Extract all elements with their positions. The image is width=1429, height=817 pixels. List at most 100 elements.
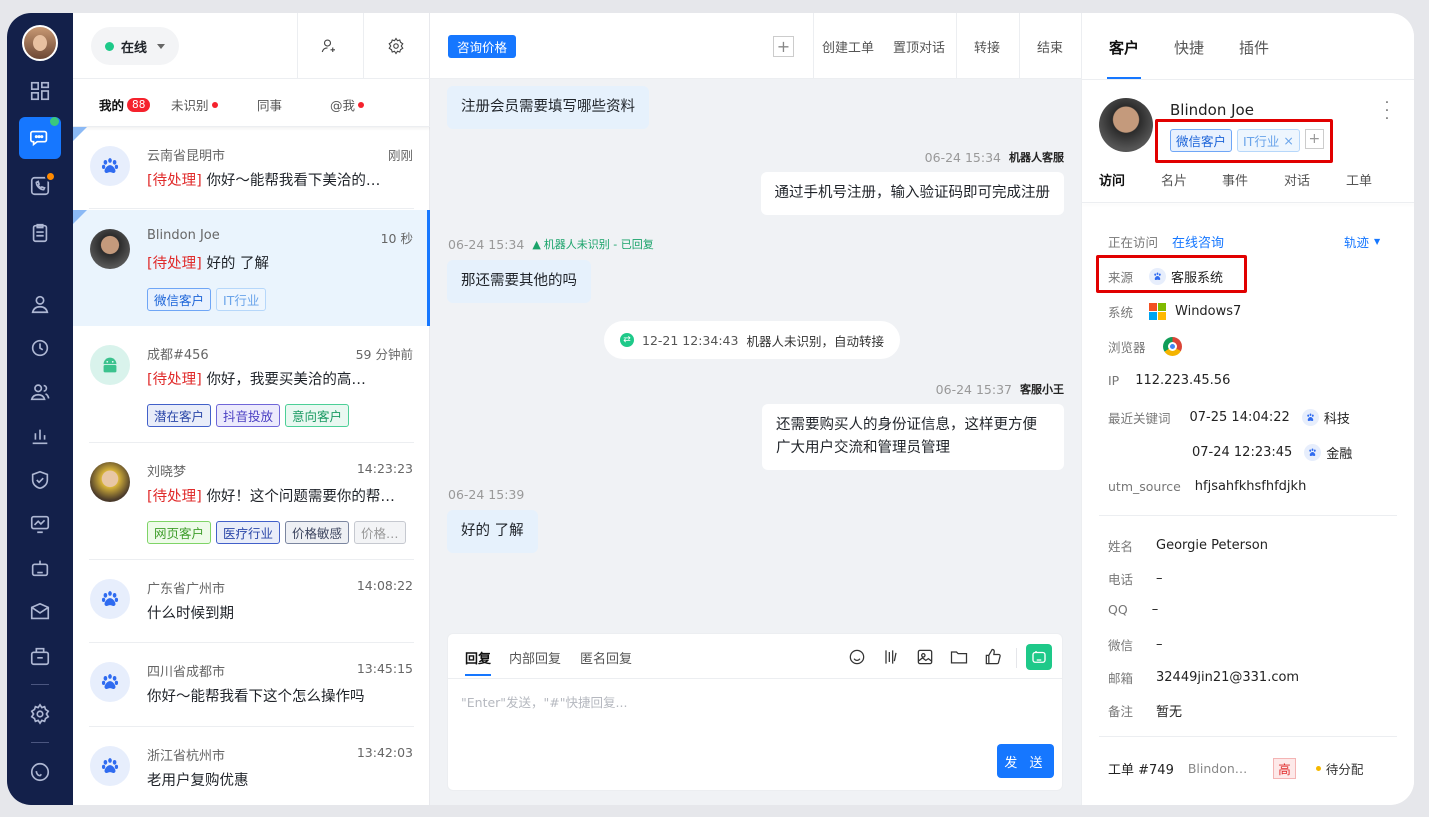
ticket-name: Blindon… bbox=[1187, 761, 1248, 776]
tab-customer[interactable]: 客户 bbox=[1106, 37, 1142, 79]
apps-icon[interactable] bbox=[27, 643, 53, 669]
conversation-item[interactable]: 广东省广州市 14:08:22 什么时候到期 bbox=[73, 560, 430, 643]
paw-icon bbox=[1304, 444, 1322, 461]
phone-icon[interactable] bbox=[27, 171, 56, 199]
tab-colleagues-label: 同事 bbox=[257, 98, 283, 113]
keyword-word: 金融 bbox=[1326, 447, 1353, 462]
profile-value: – bbox=[1156, 637, 1163, 652]
status-dot bbox=[1315, 766, 1321, 771]
add-topic-button[interactable]: + bbox=[773, 36, 794, 57]
contacts-icon[interactable] bbox=[27, 379, 53, 405]
unread-dot bbox=[211, 101, 218, 108]
conversation-item[interactable]: 四川省成都市 13:45:15 你好～能帮我看下这个怎么操作吗 bbox=[73, 643, 430, 727]
tab-mine-count: 88 bbox=[127, 97, 151, 112]
chat-icon[interactable] bbox=[19, 117, 61, 159]
folder-icon[interactable] bbox=[949, 647, 969, 667]
more-icon[interactable]: · · · bbox=[1384, 96, 1390, 126]
transfer-button[interactable]: 转接 bbox=[974, 37, 1000, 56]
pending-tag: [待处理] bbox=[147, 256, 202, 272]
conversation-time: 刚刚 bbox=[387, 148, 413, 163]
monitor-icon[interactable] bbox=[27, 511, 53, 537]
online-dot bbox=[105, 41, 114, 51]
conversation-item[interactable]: 云南省昆明市 刚刚 [待处理] 你好～能帮我看下美洽的… bbox=[73, 127, 430, 209]
gear-icon[interactable] bbox=[387, 37, 405, 55]
header-divider bbox=[813, 13, 814, 79]
settings-icon[interactable] bbox=[27, 701, 53, 727]
transfer-icon: ⇄ bbox=[620, 333, 634, 347]
conversation-time: 13:42:03 bbox=[356, 745, 413, 760]
conversation-item[interactable]: 成都#456 59 分钟前 [待处理] 你好，我要买美洽的高… 潜在客户 抖音投… bbox=[73, 326, 430, 443]
user-icon[interactable] bbox=[27, 291, 53, 317]
tab-anonymous-reply[interactable]: 匿名回复 bbox=[580, 648, 632, 667]
quick-phrase-icon[interactable] bbox=[881, 647, 901, 667]
conversation-item[interactable]: 浙江省杭州市 13:42:03 老用户复购优惠 bbox=[73, 727, 430, 805]
tab-mine[interactable]: 我的 88 bbox=[99, 95, 151, 114]
thumbs-up-icon[interactable] bbox=[983, 647, 1003, 667]
conversation-name: Blindon Joe bbox=[147, 228, 220, 243]
pending-tag: [待处理] bbox=[147, 372, 202, 388]
add-user-icon[interactable] bbox=[320, 37, 338, 55]
utm-row: utm_source hfjsahfkhsfhfdjkh bbox=[1108, 479, 1306, 494]
visiting-page-link[interactable]: 在线咨询 bbox=[1172, 232, 1224, 251]
tab-reply[interactable]: 回复 bbox=[465, 648, 492, 676]
end-button[interactable]: 结束 bbox=[1037, 37, 1063, 56]
support-icon[interactable] bbox=[27, 759, 53, 785]
tab-internal-reply[interactable]: 内部回复 bbox=[509, 648, 561, 667]
item-divider bbox=[89, 208, 414, 209]
dashboard-icon[interactable] bbox=[27, 78, 53, 104]
conversation-time: 14:08:22 bbox=[356, 578, 413, 593]
subtab-events[interactable]: 事件 bbox=[1222, 170, 1248, 189]
conversation-name: 广东省广州市 bbox=[147, 582, 226, 597]
conversation-name: 浙江省杭州市 bbox=[147, 749, 226, 764]
customer-message: 注册会员需要填写哪些资料 bbox=[447, 86, 649, 129]
create-ticket-button[interactable]: 创建工单 bbox=[822, 37, 874, 56]
tab-unrecognized[interactable]: 未识别 bbox=[171, 95, 218, 114]
windows-icon bbox=[1149, 303, 1167, 320]
reply-input[interactable]: "Enter"发送，"#"快捷回复... bbox=[461, 692, 627, 711]
panel-header-divider bbox=[1082, 79, 1414, 80]
customer-tags: 微信客户 IT行业 bbox=[147, 288, 415, 311]
clipboard-icon[interactable] bbox=[27, 220, 53, 246]
agent-avatar[interactable] bbox=[22, 25, 58, 61]
ip-value: 112.223.45.56 bbox=[1135, 373, 1231, 388]
tab-shortcuts[interactable]: 快捷 bbox=[1174, 37, 1204, 58]
ai-assistant-icon[interactable] bbox=[1026, 644, 1052, 670]
customer-tag: 网页客户 bbox=[147, 521, 212, 544]
history-icon[interactable] bbox=[27, 335, 53, 361]
subtab-tickets[interactable]: 工单 bbox=[1346, 170, 1372, 189]
subtab-conversations[interactable]: 对话 bbox=[1284, 170, 1310, 189]
mail-icon[interactable] bbox=[27, 599, 53, 625]
stats-icon[interactable] bbox=[27, 423, 53, 449]
status-label: 在线 bbox=[121, 40, 148, 56]
conversation-item[interactable]: Blindon Joe 10 秒 [待处理] 好的 了解 微信客户 IT行业 bbox=[73, 210, 430, 326]
chevron-down-icon bbox=[157, 43, 166, 49]
send-button[interactable]: 发 送 bbox=[997, 744, 1054, 778]
rail-divider bbox=[31, 684, 49, 685]
nav-rail bbox=[7, 13, 73, 805]
tab-plugins[interactable]: 插件 bbox=[1239, 37, 1269, 58]
shield-icon[interactable] bbox=[27, 467, 53, 493]
ticket-row[interactable]: 工单 #749 Blindon… 高 待分配 bbox=[1108, 758, 1363, 779]
conversation-time: 13:45:15 bbox=[356, 661, 413, 676]
image-icon[interactable] bbox=[915, 647, 935, 667]
conversation-time: 59 分钟前 bbox=[355, 347, 413, 362]
pin-conversation-button[interactable]: 置顶对话 bbox=[893, 37, 945, 56]
status-dropdown[interactable]: 在线 bbox=[91, 27, 179, 65]
topic-tag[interactable]: 咨询价格 bbox=[448, 35, 517, 58]
subtab-visit[interactable]: 访问 bbox=[1099, 170, 1125, 189]
customer-tag: 价格敏感 bbox=[285, 521, 350, 544]
conversation-item[interactable]: 刘晓梦 14:23:23 [待处理] 你好！这个问题需要你的帮… 网页客户 医疗… bbox=[73, 443, 430, 560]
trace-dropdown[interactable]: 轨迹 ▼ bbox=[1344, 232, 1380, 251]
phone-badge bbox=[45, 171, 56, 182]
robot-icon[interactable] bbox=[27, 555, 53, 581]
browser-label: 浏览器 bbox=[1108, 340, 1146, 355]
avatar bbox=[90, 229, 130, 269]
subtab-card[interactable]: 名片 bbox=[1161, 170, 1187, 189]
conversation-time: 14:23:23 bbox=[356, 461, 413, 476]
profile-label: 电话 bbox=[1108, 572, 1134, 587]
message-time: 06-24 15:39 bbox=[448, 487, 525, 502]
emoji-icon[interactable] bbox=[847, 647, 867, 667]
tab-mentions[interactable]: @我 bbox=[330, 95, 365, 114]
tab-colleagues[interactable]: 同事 bbox=[257, 95, 282, 114]
customer-message: 那还需要其他的吗 bbox=[447, 260, 591, 303]
